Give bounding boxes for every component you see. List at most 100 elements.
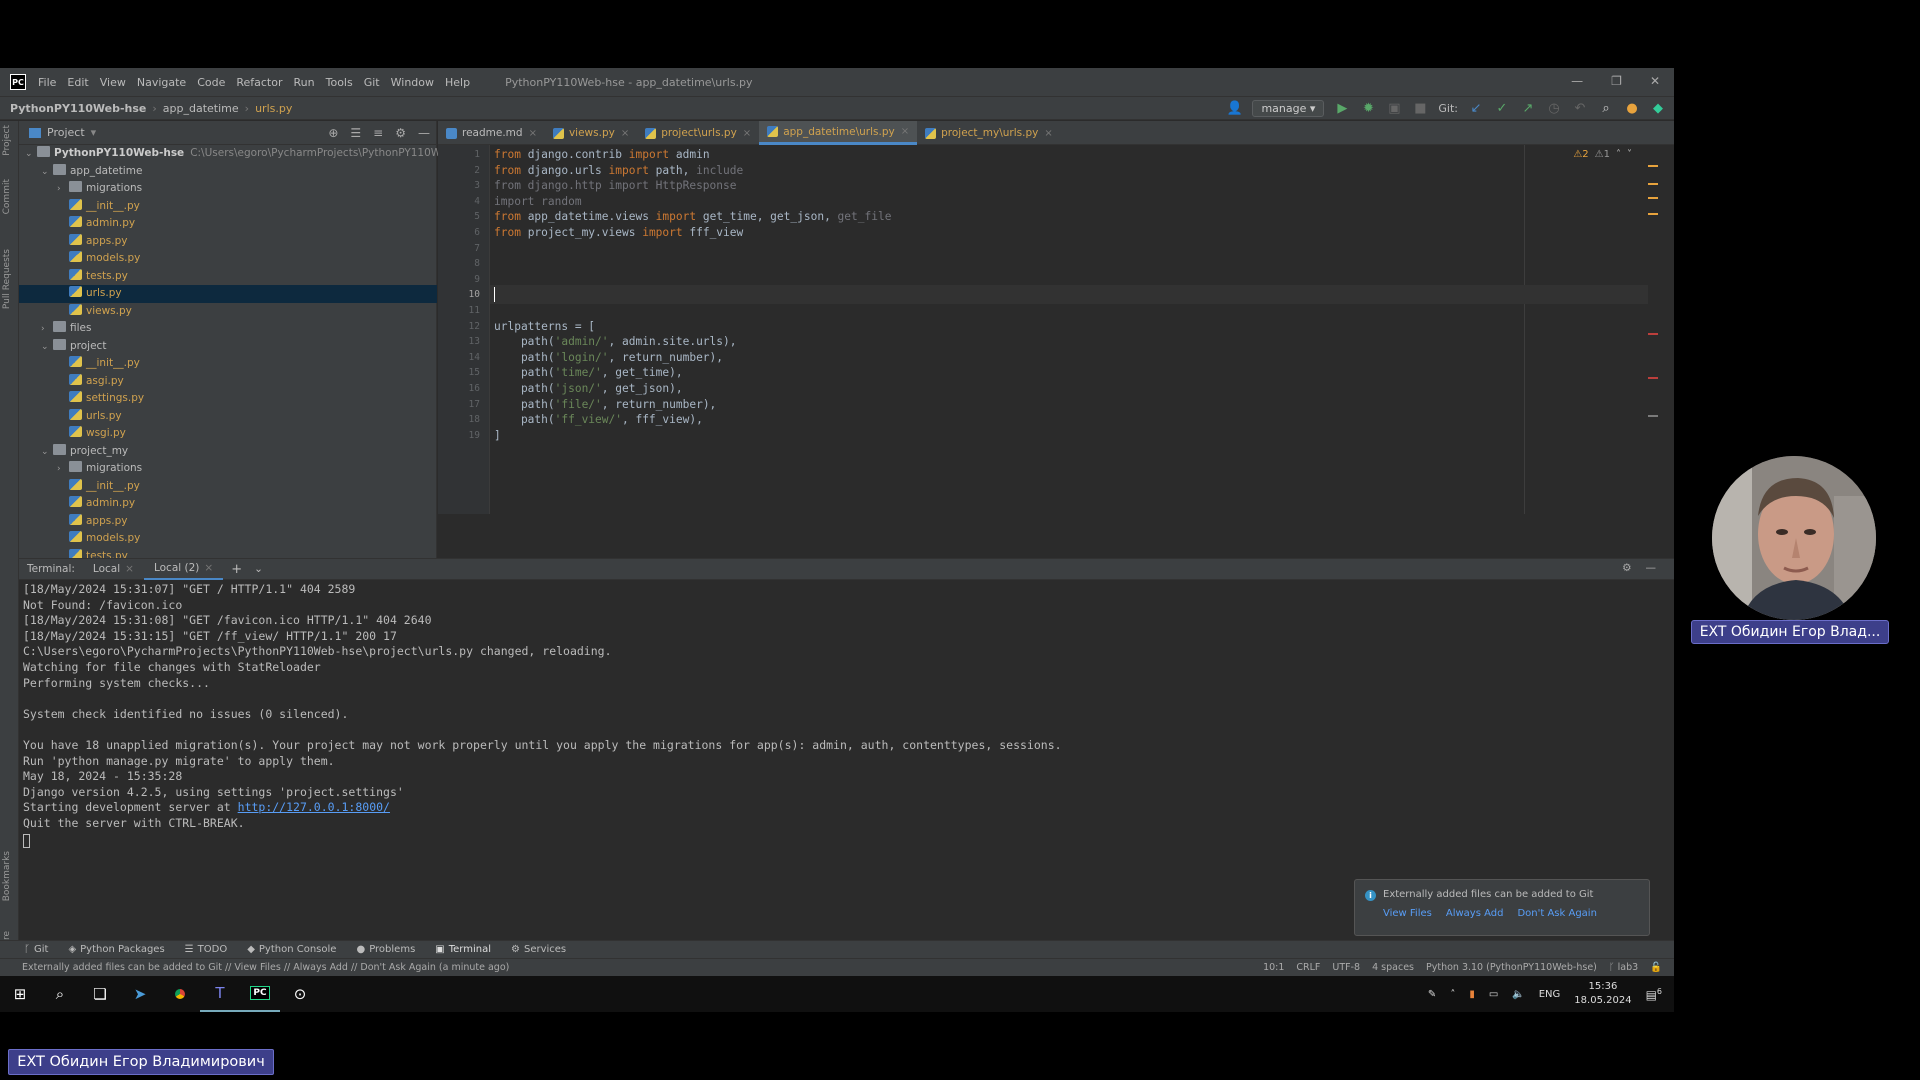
- menu-code[interactable]: Code: [197, 76, 225, 89]
- project-tool-label[interactable]: Project: [2, 125, 12, 156]
- app-tray-icon[interactable]: ▮: [1469, 989, 1475, 1000]
- line-number[interactable]: 9: [438, 274, 480, 285]
- menu-refactor[interactable]: Refactor: [236, 76, 282, 89]
- line-number[interactable]: 7: [438, 243, 480, 254]
- jetbrains-icon[interactable]: ◆: [1650, 101, 1666, 116]
- close-icon[interactable]: ✕: [1650, 74, 1660, 88]
- volume-icon[interactable]: 🔈: [1512, 989, 1524, 1000]
- menu-edit[interactable]: Edit: [67, 76, 88, 89]
- tree-file[interactable]: views.py: [19, 303, 437, 321]
- lock-icon[interactable]: 🔓: [1650, 962, 1662, 973]
- line-number[interactable]: 2: [438, 165, 480, 176]
- view-files-link[interactable]: View Files: [1383, 908, 1432, 919]
- menu-window[interactable]: Window: [391, 76, 434, 89]
- editor-tab[interactable]: app_datetime\urls.py ×: [759, 121, 918, 145]
- search-everywhere-icon[interactable]: ⌕: [1598, 101, 1614, 116]
- run-configuration-select[interactable]: manage ▾: [1252, 100, 1325, 117]
- git-rollback-icon[interactable]: ↶: [1572, 101, 1588, 116]
- tree-file[interactable]: wsgi.py: [19, 425, 437, 443]
- line-number[interactable]: 5: [438, 211, 480, 222]
- project-view-select[interactable]: Project: [47, 126, 85, 139]
- git-branch[interactable]: ᚴ lab3: [1609, 962, 1638, 973]
- commit-tool-label[interactable]: Commit: [2, 179, 12, 214]
- tree-file[interactable]: __init__.py: [19, 198, 437, 216]
- editor-tab[interactable]: views.py ×: [545, 121, 637, 145]
- tree-file[interactable]: apps.py: [19, 513, 437, 531]
- next-highlight-icon[interactable]: ˅: [1627, 149, 1632, 160]
- show-hidden-icons-icon[interactable]: ˄: [1450, 989, 1455, 1000]
- tree-file[interactable]: admin.py: [19, 495, 437, 513]
- server-url-link[interactable]: http://127.0.0.1:8000/: [238, 800, 390, 814]
- tree-folder[interactable]: ⌄ PythonPY110Web-hse C:\Users\egoro\Pychar…: [19, 145, 476, 164]
- tree-file[interactable]: settings.py: [19, 390, 437, 408]
- line-number[interactable]: 18: [438, 414, 480, 425]
- restore-icon[interactable]: ❐: [1611, 74, 1622, 88]
- bookmarks-tool-label[interactable]: Bookmarks: [2, 851, 12, 901]
- gear-icon[interactable]: ⚙: [1622, 562, 1631, 574]
- chevron-right-icon[interactable]: ›: [57, 461, 69, 479]
- line-separator[interactable]: CRLF: [1296, 962, 1320, 973]
- tree-file[interactable]: urls.py: [19, 408, 437, 426]
- editor-scrollbar[interactable]: [1648, 145, 1658, 514]
- terminal-tool-button[interactable]: ▣ Terminal: [435, 944, 491, 955]
- breadcrumb-project[interactable]: PythonPY110Web-hse: [10, 102, 146, 115]
- dont-ask-again-link[interactable]: Don't Ask Again: [1517, 908, 1596, 919]
- git-commit-icon[interactable]: ✓: [1494, 101, 1510, 116]
- terminal-output[interactable]: [18/May/2024 15:31:07] "GET / HTTP/1.1" …: [19, 580, 1656, 850]
- obs-icon[interactable]: ⊙: [280, 976, 320, 1012]
- teams-icon[interactable]: T: [200, 976, 240, 1012]
- tree-file[interactable]: __init__.py: [19, 478, 437, 496]
- always-add-link[interactable]: Always Add: [1446, 908, 1504, 919]
- line-number[interactable]: 6: [438, 227, 480, 238]
- editor-tab[interactable]: readme.md ×: [438, 121, 545, 145]
- chevron-down-icon[interactable]: ⌄: [25, 146, 37, 164]
- close-tab-icon[interactable]: ×: [529, 128, 537, 139]
- chevron-down-icon[interactable]: ⌄: [41, 339, 53, 357]
- pull-requests-tool-label[interactable]: Pull Requests: [2, 249, 12, 309]
- git-update-icon[interactable]: ↙: [1468, 101, 1484, 116]
- menu-view[interactable]: View: [100, 76, 126, 89]
- network-icon[interactable]: ▭: [1489, 989, 1498, 1000]
- line-number[interactable]: 17: [438, 399, 480, 410]
- coverage-icon[interactable]: ▣: [1386, 101, 1402, 116]
- hide-icon[interactable]: —: [418, 126, 430, 140]
- terminal-tab-local[interactable]: Local ×: [83, 558, 144, 580]
- run-icon[interactable]: ▶: [1334, 101, 1350, 116]
- python-packages-tool-button[interactable]: ◈ Python Packages: [68, 944, 164, 955]
- editor-tab[interactable]: project\urls.py ×: [637, 121, 759, 145]
- debug-icon[interactable]: ✹: [1360, 101, 1376, 116]
- clock[interactable]: 15:36 18.05.2024: [1574, 980, 1631, 1008]
- editor-tab[interactable]: project_my\urls.py ×: [917, 121, 1061, 145]
- stop-icon[interactable]: ■: [1412, 101, 1428, 116]
- tree-folder[interactable]: ⌄ app_datetime: [19, 163, 437, 181]
- git-tool-button[interactable]: ᚴ Git: [24, 944, 48, 955]
- todo-tool-button[interactable]: ☰ TODO: [185, 944, 228, 955]
- services-tool-button[interactable]: ⚙ Services: [511, 944, 566, 955]
- collapse-all-icon[interactable]: ≡: [373, 126, 383, 140]
- tree-folder[interactable]: › migrations: [19, 460, 437, 478]
- user-icon[interactable]: 👤: [1226, 101, 1242, 116]
- line-number[interactable]: 10: [438, 289, 480, 300]
- close-tab-icon[interactable]: ×: [901, 126, 909, 137]
- search-icon[interactable]: ⌕: [40, 976, 80, 1012]
- line-number[interactable]: 19: [438, 430, 480, 441]
- chevron-right-icon[interactable]: ›: [41, 321, 53, 339]
- line-number[interactable]: 1: [438, 149, 480, 160]
- line-number[interactable]: 3: [438, 180, 480, 191]
- pycharm-taskbar-icon[interactable]: PC: [240, 976, 280, 1012]
- menu-git[interactable]: Git: [364, 76, 380, 89]
- tree-file[interactable]: __init__.py: [19, 355, 437, 373]
- close-tab-icon[interactable]: ×: [743, 128, 751, 139]
- new-terminal-icon[interactable]: +: [231, 562, 242, 577]
- updates-icon[interactable]: ●: [1624, 101, 1640, 116]
- menu-file[interactable]: File: [38, 76, 56, 89]
- python-console-tool-button[interactable]: ◆ Python Console: [247, 944, 336, 955]
- tree-file[interactable]: admin.py: [19, 215, 437, 233]
- code-line[interactable]: from project_my.views import fff_view: [494, 223, 743, 242]
- line-number[interactable]: 15: [438, 367, 480, 378]
- task-view-icon[interactable]: ❏: [80, 976, 120, 1012]
- git-history-icon[interactable]: ◷: [1546, 101, 1562, 116]
- tree-file[interactable]: models.py: [19, 530, 437, 548]
- tree-folder[interactable]: ⌄ project: [19, 338, 437, 356]
- indent-setting[interactable]: 4 spaces: [1372, 962, 1414, 973]
